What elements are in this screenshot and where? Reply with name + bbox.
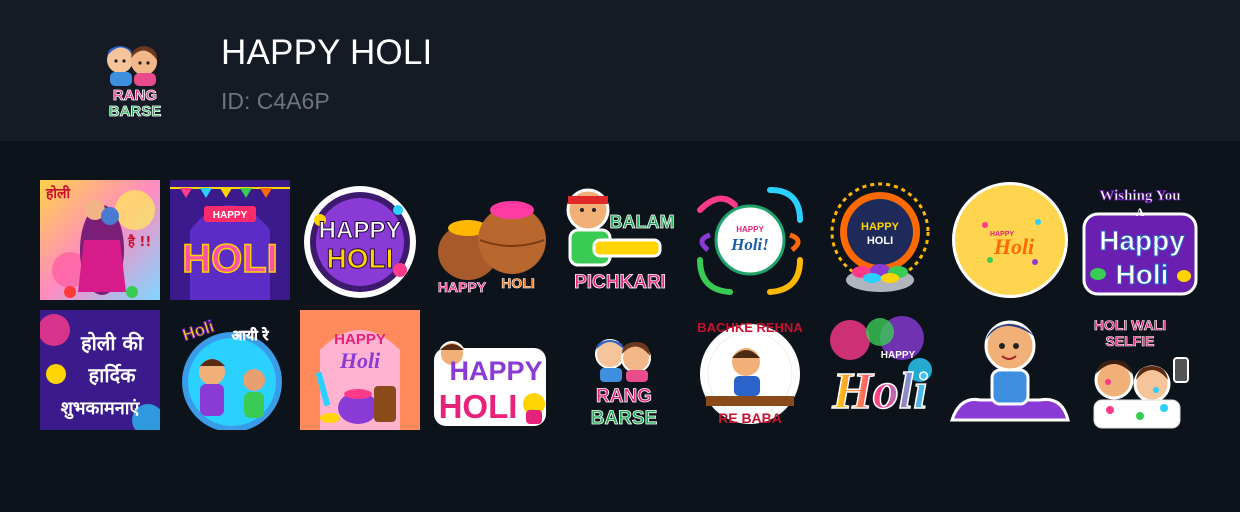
sticker-wishing-you-happy-holi[interactable]: Wishing You A Happy Holi [1080, 180, 1200, 300]
sticker-holi-hai-couple[interactable]: होली है !! [40, 180, 160, 300]
sticker-text: Holi [339, 348, 381, 373]
pack-id: ID: C4A6P [221, 88, 330, 114]
sticker-text: Holi [1116, 259, 1169, 290]
sticker-text: HAPPY [319, 217, 402, 244]
sticker-text: होली [45, 185, 72, 202]
sticker-text: HAPPY [881, 350, 916, 361]
sticker-text: BALAM [610, 212, 675, 232]
sticker-text: HAPPY [334, 331, 386, 348]
pack-title: HAPPY HOLI [221, 33, 433, 72]
sticker-text: HAPPY [449, 356, 542, 386]
sticker-happy-holi-yellow-circle[interactable]: HAPPY Holi [950, 180, 1070, 300]
logo-text-barse: BARSE [109, 103, 162, 120]
sticker-boy-carpet[interactable] [950, 310, 1070, 430]
sticker-text: HOLI WALI [1094, 317, 1166, 333]
sticker-text: RE BABA [718, 410, 782, 426]
sticker-text: Happy [1099, 225, 1185, 256]
sticker-text: शुभकामनाएं [61, 398, 141, 420]
sticker-text: PICHKARI [574, 272, 666, 293]
sticker-text: Wishing You [1099, 188, 1180, 204]
sticker-happy-holi-badge[interactable]: HAPPY HOLI [300, 180, 420, 300]
sticker-rang-barse[interactable]: RANG BARSE [560, 310, 680, 430]
sticker-text: Holi! [730, 235, 769, 254]
sticker-text: HAPPY [213, 210, 248, 221]
sticker-text: HOLI [182, 237, 278, 281]
sticker-happy-holi-mandala[interactable]: HAPPY HOLI [820, 180, 940, 300]
sticker-holi-wali-selfie[interactable]: HOLI WALI SELFIE [1080, 310, 1200, 430]
sticker-happy-holi-splash[interactable]: HAPPY Holi [820, 310, 940, 430]
sticker-text: HOLI [439, 388, 518, 425]
sticker-grid: होली है !! HAPPY HOLI HAPPY HOLI HAPPY H… [0, 141, 1240, 512]
sticker-text: Holi [831, 363, 928, 420]
sticker-text: है !! [127, 234, 151, 250]
sticker-happy-holi-pots[interactable]: HAPPY HOLI [430, 180, 550, 300]
logo-text-rang: RANG [113, 87, 157, 104]
pack-header: RANG BARSE HAPPY HOLI ID: C4A6P [0, 0, 1240, 141]
sticker-happy-holi-gate[interactable]: HAPPY HOLI [170, 180, 290, 300]
sticker-text: HOLI [327, 243, 394, 274]
sticker-holi-ki-hardik[interactable]: होली की हार्दिक शुभकामनाएं [40, 310, 160, 430]
sticker-text: हार्दिक [88, 363, 138, 387]
sticker-text: BACHKE REHNA [697, 320, 803, 335]
sticker-text: होली की [80, 331, 144, 355]
sticker-holi-aayi-re[interactable]: Holi आयी रे [170, 310, 290, 430]
sticker-balam-pichkari[interactable]: BALAM PICHKARI [560, 180, 680, 300]
sticker-text: Holi [993, 234, 1035, 259]
sticker-text: A [1136, 205, 1145, 219]
sticker-text: HOLI [867, 235, 893, 247]
sticker-text: आयी रे [232, 327, 270, 344]
sticker-text: RANG [596, 386, 652, 407]
sticker-text: HAPPY [438, 279, 487, 295]
sticker-text: HAPPY [736, 225, 764, 234]
sticker-happy-holi-drums[interactable]: HAPPY Holi [300, 310, 420, 430]
sticker-text: SELFIE [1105, 333, 1154, 349]
sticker-bachke-rehna[interactable]: BACHKE REHNA RE BABA [690, 310, 810, 430]
sticker-text: BARSE [591, 408, 658, 429]
sticker-text: HOLI [501, 275, 534, 291]
sticker-happy-holi-pink[interactable]: HAPPY HOLI [430, 310, 550, 430]
pack-logo: RANG BARSE [98, 38, 172, 124]
sticker-happy-holi-swirl[interactable]: HAPPY Holi! [690, 180, 810, 300]
sticker-text: HAPPY [861, 221, 900, 233]
